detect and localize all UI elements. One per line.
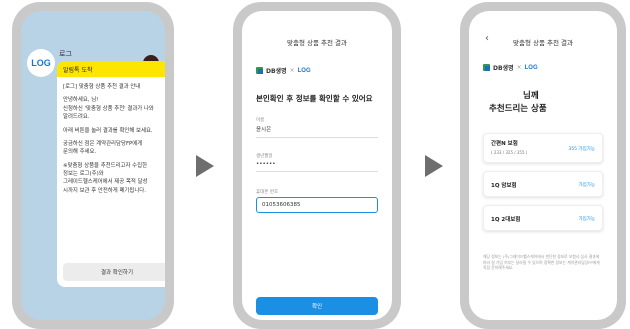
bubble-header: 알림톡 도착 — [57, 61, 165, 77]
product-name: 1Q 암보험 — [491, 183, 517, 189]
name-field[interactable]: 윤시은 — [256, 125, 378, 138]
brand-logos: DB생명 × LOG — [256, 66, 311, 75]
identity-heading: 본인확인 후 정보를 확인할 수 있어요 — [256, 94, 373, 103]
product-status: 355 가입가능 — [568, 147, 595, 152]
birth-label: 생년월일 — [256, 154, 273, 159]
phone-label: 휴대폰 번호 — [256, 190, 279, 195]
arrow-right-icon — [425, 155, 443, 177]
msg-line-contact: 궁금하신 점은 계약관리담당FP에게 문의해 주세요. — [63, 140, 143, 156]
identity-screen: 맞춤형 상품 추천 결과 DB생명 × LOG 본인확인 후 정보를 확인할 수… — [242, 11, 392, 320]
product-card[interactable]: 1Q 암보험 가입가능 — [483, 171, 603, 197]
flow-illustration: LOG 로그 kakao 알림톡 도착 [로그] 맞춤형 상품 추천 결과 안내… — [0, 0, 630, 329]
brand-x: × — [516, 64, 522, 71]
brand-log: LOG — [524, 64, 538, 71]
brand-x: × — [289, 67, 295, 74]
arrow-right-icon — [196, 155, 214, 177]
phone-result: ‹ 맞춤형 상품 추천 결과 DB생명 × LOG 님께 추천드리는 상품 간편… — [460, 2, 626, 329]
brand-log: LOG — [297, 67, 311, 74]
kakao-chat-screen: LOG 로그 kakao 알림톡 도착 [로그] 맞춤형 상품 추천 결과 안내… — [21, 11, 165, 320]
confirm-button[interactable]: 확인 — [256, 297, 378, 315]
product-name: 간편N 보험 — [491, 141, 518, 147]
brand-db: DB생명 — [266, 68, 287, 75]
disclaimer-text: 해당 정보는 (주)그레이드헬스케어에서 판단한 정보로 보험사 심사 결과에 … — [483, 254, 600, 271]
alimtalk-bubble: 알림톡 도착 [로그] 맞춤형 상품 추천 결과 안내 안녕하세요, 님! 신청… — [57, 61, 165, 287]
product-status: 가입가능 — [578, 217, 595, 222]
brand-db: DB생명 — [493, 65, 514, 72]
greet-line-2: 추천드리는 상품 — [489, 103, 547, 114]
name-label: 이름 — [256, 118, 265, 123]
view-result-button[interactable]: 결과 확인하기 — [63, 263, 165, 281]
bubble-body: [로그] 맞춤형 상품 추천 결과 안내 안녕하세요, 님! 신청하신 '맞춤형… — [57, 77, 165, 206]
msg-line-notice: ※맞춤형 상품을 추천드리고자 수집한 정보는 로그(주)와 그레이드헬스케어에… — [63, 162, 148, 194]
birth-field[interactable]: •••••• — [256, 161, 378, 172]
msg-line-instruction: 아래 버튼을 눌러 결과를 확인해 보세요. — [63, 127, 153, 134]
msg-line-title: [로그] 맞춤형 상품 추천 결과 안내 — [63, 84, 141, 90]
product-name: 1Q 2대보험 — [491, 217, 521, 223]
recommend-heading: 님께 추천드리는 상품 — [489, 90, 547, 116]
phone-kakao-chat: LOG 로그 kakao 알림톡 도착 [로그] 맞춤형 상품 추천 결과 안내… — [12, 2, 174, 329]
log-avatar: LOG — [27, 49, 55, 77]
phone-field[interactable]: 01053606385 — [256, 197, 378, 213]
brand-logos: DB생명 × LOG — [483, 63, 538, 72]
product-sub: ( 233 / 325 / 355 ) — [491, 150, 528, 155]
greet-line-1: 님께 — [523, 91, 539, 101]
result-screen: ‹ 맞춤형 상품 추천 결과 DB생명 × LOG 님께 추천드리는 상품 간편… — [469, 11, 617, 320]
page-title: 맞춤형 상품 추천 결과 — [286, 39, 348, 47]
phone-identity-check: 맞춤형 상품 추천 결과 DB생명 × LOG 본인확인 후 정보를 확인할 수… — [233, 2, 401, 329]
page-title: 맞춤형 상품 추천 결과 — [512, 39, 574, 47]
product-card[interactable]: 간편N 보험 ( 233 / 325 / 355 ) 355 가입가능 — [483, 133, 603, 163]
db-logo-icon — [256, 67, 263, 74]
db-logo-icon — [483, 64, 490, 71]
msg-line-greeting: 안녕하세요, 님! 신청하신 '맞춤형 상품 추천' 결과가 나와 알려드려요. — [63, 97, 154, 121]
product-card[interactable]: 1Q 2대보험 가입가능 — [483, 205, 603, 231]
sender-name: 로그 — [59, 50, 72, 58]
product-status: 가입가능 — [578, 183, 595, 188]
